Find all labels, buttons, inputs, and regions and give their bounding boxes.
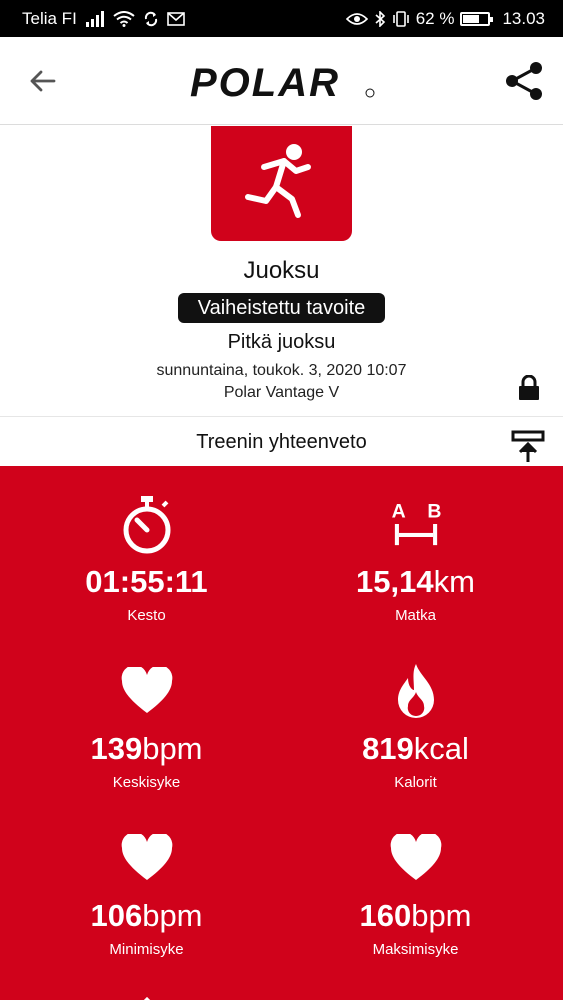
wifi-icon (113, 11, 135, 27)
sport-name: Juoksu (243, 257, 320, 284)
clock: 13.03 (502, 9, 545, 28)
vibrate-icon (392, 11, 410, 27)
stat-unit: km (433, 564, 475, 599)
stat-label: Matka (395, 607, 436, 624)
session-name: Pitkä juoksu (227, 331, 336, 353)
stat-unit: bpm (142, 731, 203, 766)
stat-max-hr: 160bpm Maksimisyke (275, 800, 556, 960)
bluetooth-icon (374, 11, 386, 27)
stat-unit: bpm (411, 898, 472, 933)
heart-icon (121, 661, 173, 721)
device-name: Polar Vantage V (223, 384, 340, 401)
battery-icon (460, 12, 494, 26)
summary-title: Treenin yhteenveto (196, 431, 367, 453)
stat-value: 139 (90, 731, 143, 766)
svg-text:B: B (427, 501, 441, 523)
stat-label: Kesto (127, 607, 166, 624)
lock-icon[interactable] (518, 374, 540, 401)
stopwatch-icon (121, 494, 173, 554)
running-icon (240, 143, 324, 224)
stat-label: Kalorit (394, 774, 437, 791)
stat-min-hr: 106bpm Minimisyke (6, 800, 287, 960)
status-bar: Telia FI 62 % 13.03 (0, 0, 563, 37)
stat-unit: kcal (413, 731, 469, 766)
app-header: POLAR (0, 37, 563, 125)
stat-value: 106 (90, 898, 143, 933)
notification-icon (166, 12, 185, 26)
signal-icon (85, 11, 105, 27)
share-icon[interactable] (503, 59, 547, 103)
flame-icon (390, 661, 442, 721)
stat-label: Keskisyke (112, 774, 181, 791)
stat-distance: A B 15,14km Matka (275, 466, 556, 626)
heart-icon (390, 828, 442, 888)
logo-text: POLAR (190, 61, 340, 103)
stat-calories: 819kcal Kalorit (275, 633, 556, 793)
battery-percent: 62 % (415, 9, 455, 28)
sport-tile (211, 126, 352, 241)
stat-avg-hr: 139bpm Keskisyke (6, 633, 287, 793)
summary-header[interactable]: Treenin yhteenveto (0, 416, 563, 466)
distance-icon: A B (390, 494, 442, 554)
stat-label: Minimisyke (109, 941, 184, 958)
carrier-label: Telia FI (22, 9, 77, 28)
stat-label: Maksimisyke (372, 941, 459, 958)
partial-icon (137, 994, 157, 1000)
collapse-up-icon[interactable] (511, 430, 545, 464)
svg-text:A: A (392, 501, 406, 523)
session-date: sunnuntaina, toukok. 3, 2020 10:07 (156, 362, 407, 379)
back-arrow-icon[interactable] (22, 63, 62, 99)
stat-value: 819 (362, 731, 414, 766)
stat-value: 160 (359, 898, 412, 933)
eye-icon (345, 12, 368, 26)
heart-icon (121, 828, 173, 888)
stat-value: 15,14 (356, 564, 434, 599)
sync-icon (143, 11, 159, 27)
polar-logo: POLAR (188, 59, 378, 105)
phase-badge: Vaiheistettu tavoite (178, 293, 385, 323)
training-summary-stats: 01:55:11 Kesto A B 15,14km Matka 139bpm … (0, 466, 563, 1000)
stat-unit: bpm (142, 898, 203, 933)
stat-value: 01:55:11 (85, 564, 208, 599)
stat-duration: 01:55:11 Kesto (6, 466, 287, 626)
